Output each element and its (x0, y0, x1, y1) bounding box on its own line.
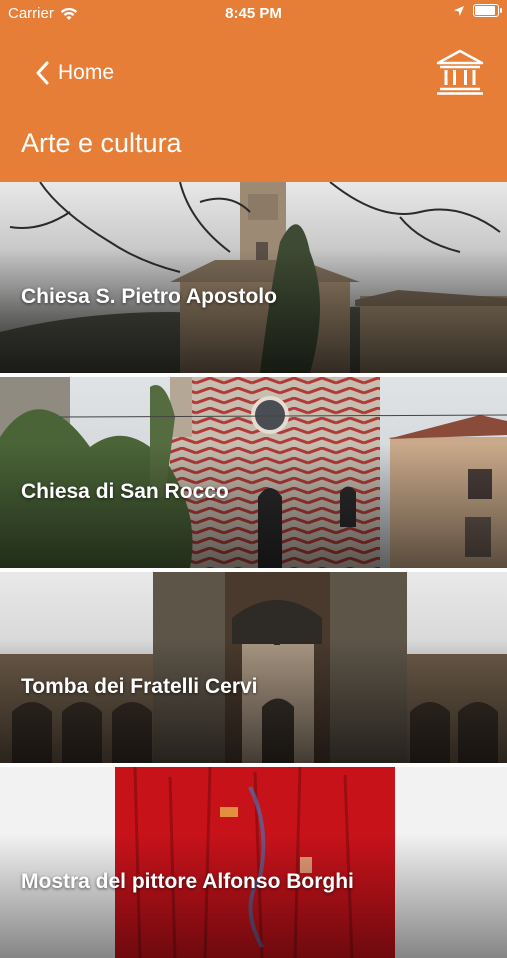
card-title: Mostra del pittore Alfonso Borghi (21, 870, 354, 893)
navigation-header: Carrier 8:45 PM Home Arte e cultura (0, 0, 507, 182)
chevron-left-icon (36, 61, 49, 85)
list-item[interactable]: Mostra del pittore Alfonso Borghi (0, 767, 507, 958)
card-image (0, 572, 507, 763)
status-time: 8:45 PM (225, 5, 282, 22)
card-title: Chiesa di San Rocco (21, 480, 229, 503)
card-title: Chiesa S. Pietro Apostolo (21, 285, 277, 308)
card-image (0, 767, 507, 958)
content-list: Chiesa S. Pietro Apostolo Chiesa di San … (0, 182, 507, 958)
page-title: Arte e cultura (21, 128, 182, 158)
location-arrow-icon (454, 5, 464, 16)
status-bar: Carrier 8:45 PM (0, 0, 507, 28)
back-button-label: Home (58, 61, 115, 84)
list-item[interactable]: Chiesa S. Pietro Apostolo (0, 182, 507, 377)
list-item[interactable]: Tomba dei Fratelli Cervi (0, 572, 507, 767)
battery-icon (473, 4, 502, 17)
back-button[interactable]: Home (36, 56, 114, 90)
status-right (453, 4, 502, 17)
list-item[interactable]: Chiesa di San Rocco (0, 377, 507, 572)
card-image (0, 182, 507, 373)
card-image (0, 377, 507, 568)
museum-icon[interactable] (435, 48, 485, 96)
card-title: Tomba dei Fratelli Cervi (21, 675, 258, 698)
